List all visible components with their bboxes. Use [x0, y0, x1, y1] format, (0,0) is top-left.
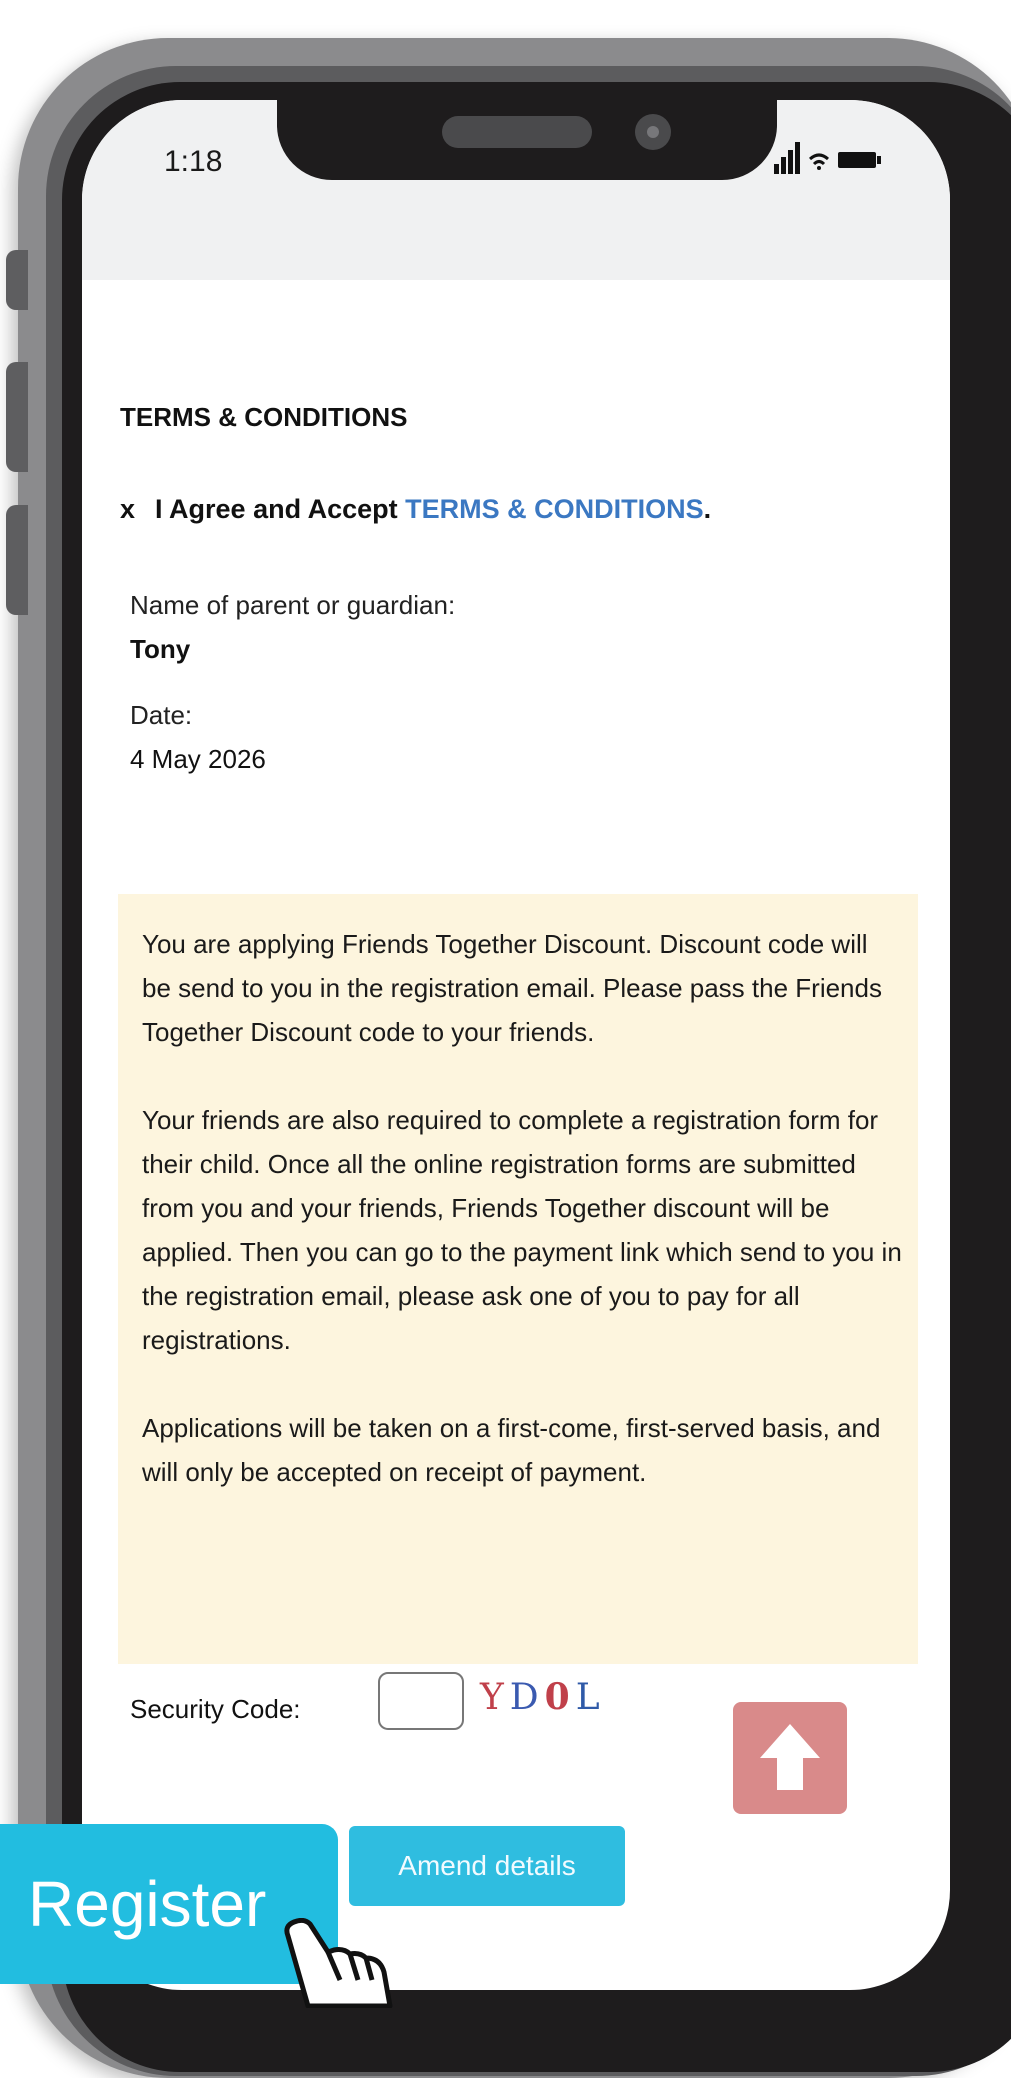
agree-checkbox[interactable]: x: [120, 494, 135, 524]
signal-icon: [774, 142, 800, 174]
amend-details-button[interactable]: Amend details: [349, 1826, 625, 1906]
hand-pointer-icon: [284, 1918, 393, 2008]
terms-link[interactable]: TERMS & CONDITIONS: [405, 494, 704, 524]
captcha-image: YD0L: [480, 1676, 606, 1718]
agree-terms-row[interactable]: x I Agree and Accept TERMS & CONDITIONS.: [120, 494, 711, 525]
notice-paragraph: Your friends are also required to comple…: [142, 1105, 902, 1355]
arrow-up-icon: [760, 1724, 820, 1790]
date-value: 4 May 2026: [130, 744, 266, 774]
terms-heading: TERMS & CONDITIONS: [120, 402, 408, 432]
agree-period: .: [703, 494, 712, 524]
captcha-char: D: [509, 1677, 545, 1718]
notice-paragraph: You are applying Friends Together Discou…: [142, 929, 882, 1047]
notice-paragraph: Applications will be taken on a first-co…: [142, 1413, 881, 1487]
battery-icon: [838, 152, 881, 168]
status-icons: [774, 142, 881, 174]
wifi-icon: [809, 153, 829, 170]
scroll-to-top-button[interactable]: [733, 1702, 847, 1814]
volume-down-button: [6, 505, 28, 615]
front-camera: [635, 114, 671, 150]
captcha-char: Y: [480, 1677, 510, 1718]
parent-name-label: Name of parent or guardian:: [130, 590, 456, 620]
agree-text: I Agree and Accept: [155, 494, 406, 524]
phone-screen: 1:18 TERMS & CONDITIONS x I Agree and Acc…: [82, 100, 950, 1990]
captcha-char: L: [575, 1677, 606, 1718]
security-code-input[interactable]: [378, 1672, 464, 1730]
status-bar: 1:18: [82, 100, 950, 280]
silent-switch: [6, 250, 28, 310]
volume-up-button: [6, 362, 28, 472]
speaker-grille: [442, 116, 592, 148]
captcha-char: 0: [544, 1676, 576, 1718]
status-time: 1:18: [164, 145, 223, 178]
discount-notice: You are applying Friends Together Discou…: [118, 894, 918, 1664]
notch: [277, 100, 777, 180]
date-label: Date:: [130, 700, 193, 730]
security-code-label: Security Code:: [130, 1694, 301, 1724]
parent-name-value: Tony: [130, 634, 191, 664]
